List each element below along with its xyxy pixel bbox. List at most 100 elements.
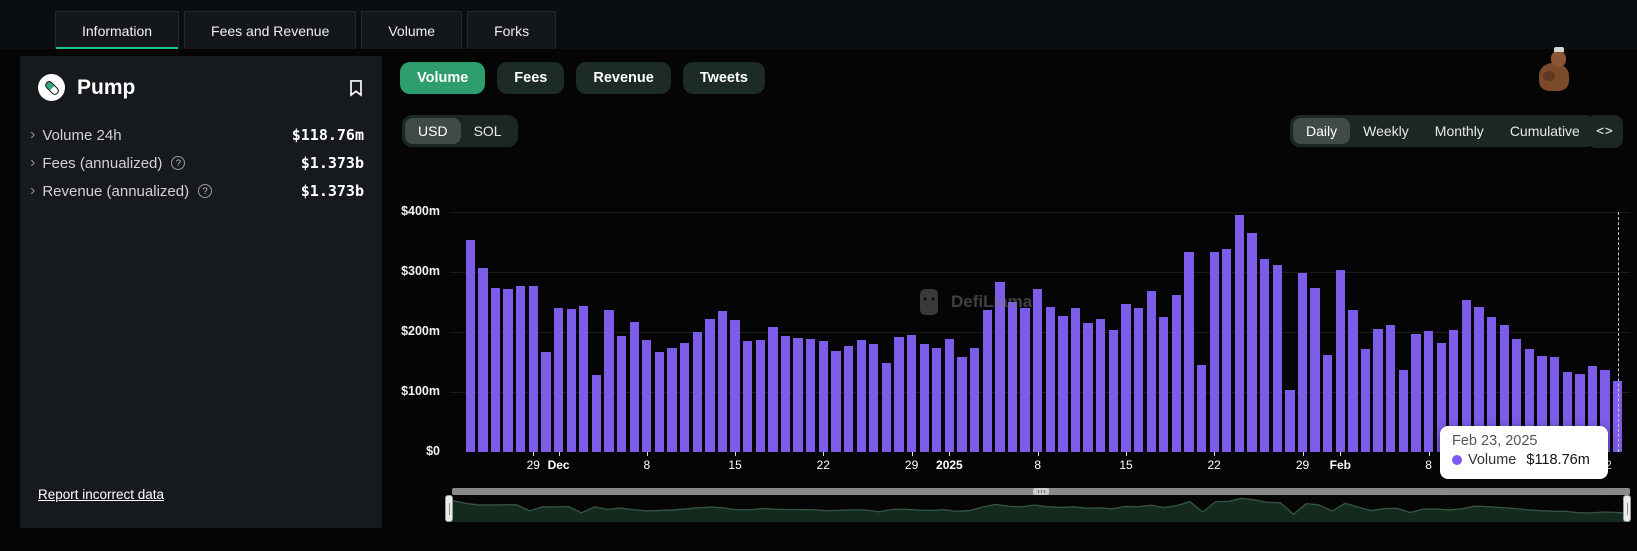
bar [1348,310,1357,452]
interval-option-monthly[interactable]: Monthly [1422,118,1497,144]
bar [705,319,714,452]
revenue-chart-button[interactable]: Revenue [576,62,670,94]
bar [655,352,664,452]
bar [995,282,1004,452]
y-axis-label: $400m [392,204,440,218]
bar [1424,331,1433,452]
axis-label: 8 [1425,458,1432,472]
metric-row-revenue-annualized-[interactable]: ›Revenue (annualized)?$1.373b [20,177,382,205]
axis-label: 29 [527,458,540,472]
tweets-chart-button[interactable]: Tweets [683,62,765,94]
bar [1399,370,1408,452]
y-axis-label: $200m [392,324,440,338]
report-incorrect-data-link[interactable]: Report incorrect data [38,487,164,502]
axis-tick [647,452,648,456]
bar [516,286,525,452]
tab-volume[interactable]: Volume [361,11,462,49]
embed-chart-button[interactable]: <> [1587,115,1623,148]
info-icon[interactable]: ? [171,156,185,170]
chevron-right-icon: › [30,155,35,171]
bar [503,289,512,452]
tab-information[interactable]: Information [55,11,179,49]
volume-bar-chart[interactable] [464,212,1624,452]
interval-option-weekly[interactable]: Weekly [1350,118,1422,144]
axis-tick [823,452,824,456]
bar [1361,349,1370,452]
bar [1096,319,1105,452]
axis-tick [912,452,913,456]
info-icon[interactable]: ? [198,184,212,198]
bar [604,310,613,452]
bar [945,339,954,452]
chevron-right-icon: › [30,127,35,143]
axis-label: 29 [1296,458,1309,472]
currency-option-sol[interactable]: SOL [461,118,515,144]
axis-tick [1429,452,1430,456]
interval-option-cumulative[interactable]: Cumulative [1497,118,1593,144]
axis-tick [1340,452,1341,456]
tooltip-series-name: Volume [1468,452,1516,468]
currency-option-usd[interactable]: USD [405,118,461,144]
brush-mini-chart[interactable] [452,496,1630,522]
scrollbar-grip[interactable] [1033,488,1049,495]
metric-value: $1.373b [301,154,364,172]
protocol-header: Pump [20,56,382,111]
bar [1298,273,1307,452]
axis-tick [559,452,560,456]
brush-right-handle[interactable] [1623,495,1631,522]
bar [793,338,802,452]
chart-metric-buttons: Volume Fees Revenue Tweets [400,62,765,94]
currency-toggle: USDSOL [402,115,518,147]
axis-label: 8 [643,458,650,472]
bar [1235,215,1244,452]
metric-list: ›Volume 24h$118.76m›Fees (annualized)?$1… [20,121,382,205]
metric-label-text: Volume 24h [42,127,121,144]
fees-chart-button[interactable]: Fees [497,62,564,94]
metric-value: $118.76m [292,126,364,144]
brush-left-handle[interactable] [445,495,453,522]
tooltip-date: Feb 23, 2025 [1452,433,1596,449]
axis-tick [1126,452,1127,456]
bar [478,268,487,452]
bar [617,336,626,452]
bar [857,340,866,452]
bar [1033,289,1042,452]
bar [869,344,878,452]
bar [957,357,966,452]
y-axis-label: $0 [392,444,440,458]
bar [743,341,752,452]
bar [1172,295,1181,452]
axis-label: Feb [1330,458,1351,472]
y-axis-label: $100m [392,384,440,398]
pump-protocol-logo [38,74,65,101]
bar [983,310,992,452]
bar [1046,307,1055,452]
chart-zoom-scrollbar[interactable] [452,488,1630,495]
bar [554,308,563,452]
tab-fees-and-revenue[interactable]: Fees and Revenue [184,11,356,49]
axis-label: 22 [817,458,830,472]
axis-label: 15 [728,458,741,472]
axis-label: 15 [1119,458,1132,472]
interval-option-daily[interactable]: Daily [1293,118,1350,144]
chart-tooltip: Feb 23, 2025 Volume $118.76m [1440,426,1608,479]
bar [1323,355,1332,452]
protocol-title: Pump [77,76,346,100]
axis-label: 8 [1034,458,1041,472]
axis-tick [1303,452,1304,456]
bar [1058,316,1067,452]
bar [529,286,538,452]
metric-row-volume-24h[interactable]: › Volume 24h $118.76m [20,121,382,149]
header-tab-bar: InformationFees and RevenueVolumeForks [0,0,1637,49]
bar [1008,302,1017,452]
llama-mascot-image [1537,47,1571,92]
bar [768,327,777,452]
protocol-panel: Pump ›Volume 24h$118.76m›Fees (annualize… [20,56,382,528]
metric-row-fees-annualized-[interactable]: ›Fees (annualized)?$1.373b [20,149,382,177]
volume-chart-button[interactable]: Volume [400,62,485,94]
axis-label: 22 [1208,458,1221,472]
tab-forks[interactable]: Forks [467,11,556,49]
bar [1273,265,1282,452]
bookmark-icon[interactable] [346,78,366,98]
bar [1197,365,1206,452]
